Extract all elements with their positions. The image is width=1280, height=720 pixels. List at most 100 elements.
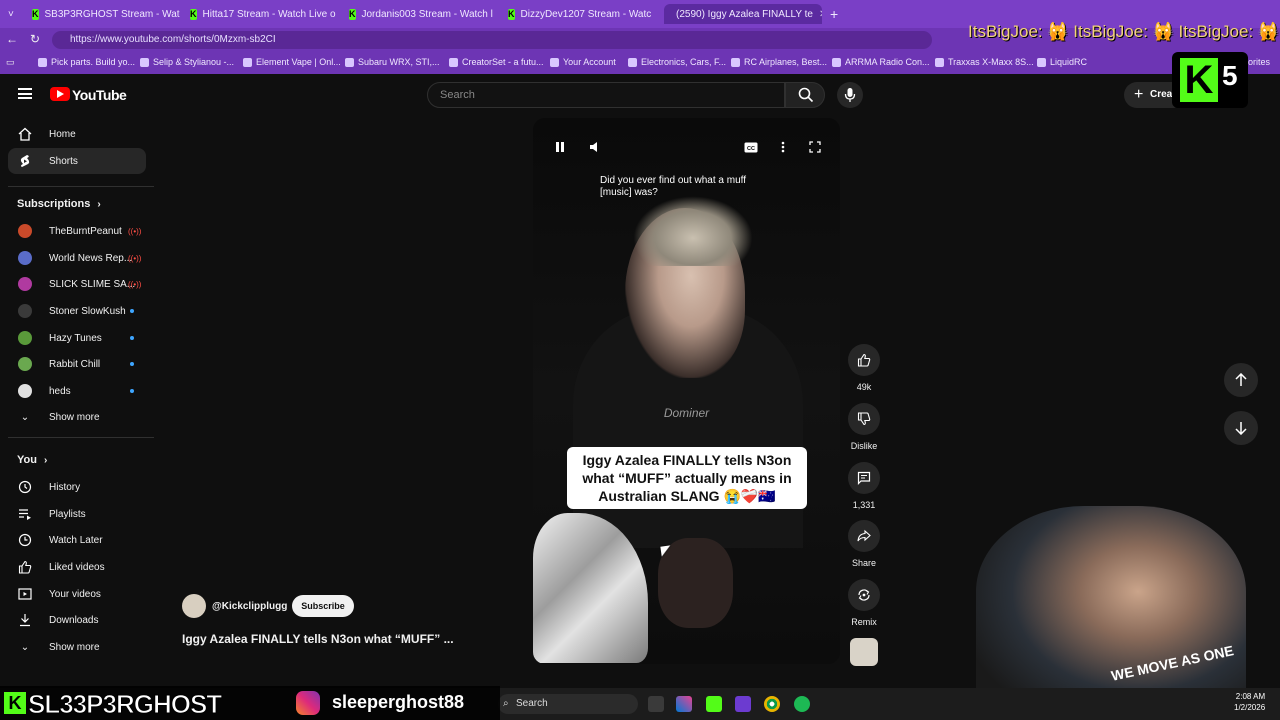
instagram-icon [296, 691, 320, 715]
bookmark-item[interactable]: Pick parts. Build yo... [38, 57, 135, 67]
task-view-icon[interactable] [648, 696, 664, 712]
app-icon[interactable] [735, 696, 751, 712]
pause-button[interactable] [551, 138, 569, 156]
captions-button[interactable]: CC [742, 138, 760, 156]
new-tab-button[interactable]: + [830, 4, 844, 24]
short-title[interactable]: Iggy Azalea FINALLY tells N3on what “MUF… [182, 632, 454, 646]
sidebar-item-subscription[interactable]: Rabbit Chill [8, 351, 146, 377]
youtube-logo-text[interactable]: YouTube [72, 87, 127, 103]
bookmark-item[interactable]: Element Vape | Onl... [243, 57, 341, 67]
show-more-button[interactable]: ⌄ Show more [8, 404, 146, 430]
bookmark-item[interactable]: CreatorSet - a futu... [449, 57, 544, 67]
new-content-dot [130, 309, 134, 313]
browser-tab[interactable]: K Jordanis003 Stream - Watch l ✕ [349, 4, 497, 24]
bookmark-item[interactable]: Traxxas X-Maxx 8S... [935, 57, 1034, 67]
video-caption: Did you ever find out what a muff [music… [600, 175, 747, 198]
sidebar-item-subscription[interactable]: TheBurntPeanut ((•)) [8, 218, 146, 244]
channel-avatar [18, 224, 32, 238]
dislike-circle [848, 403, 880, 435]
bookmark-item[interactable]: RC Airplanes, Best... [731, 57, 827, 67]
tab-title: SB3P3RGHOST Stream - Watc [44, 8, 181, 20]
tab-menu-chevron-icon[interactable]: ˅ [8, 4, 22, 24]
sidebar-item-history[interactable]: History [8, 474, 146, 500]
sidebar-item-watch-later[interactable]: Watch Later [8, 527, 146, 553]
sidebar-item-subscription[interactable]: World News Rep... ((•)) [8, 245, 146, 271]
sound-thumbnail[interactable] [850, 638, 878, 666]
sidebar-item-subscription[interactable]: heds [8, 378, 146, 404]
tab-title: (2590) Iggy Azalea FINALLY te [676, 8, 813, 20]
browser-tab[interactable]: K DizzyDev1207 Stream - Watc ✕ [508, 4, 656, 24]
bookmark-item[interactable]: Your Account [550, 57, 616, 67]
sidebar-toggle-icon[interactable]: ▭ [6, 57, 15, 68]
bookmark-item[interactable]: LiquidRC [1037, 57, 1087, 67]
sidebar-item-subscription[interactable]: Hazy Tunes [8, 325, 146, 351]
new-content-dot [130, 389, 134, 393]
comments-circle [848, 462, 880, 494]
dislike-button[interactable]: Dislike [848, 403, 880, 451]
arrow-down-icon [1235, 422, 1247, 435]
subscribe-button[interactable]: Subscribe [292, 595, 354, 617]
share-circle [848, 520, 880, 552]
kick-app-icon[interactable] [706, 696, 722, 712]
volume-icon [590, 142, 597, 152]
sidebar-item-playlists[interactable]: Playlists [8, 501, 146, 527]
sidebar-item-home[interactable]: Home [8, 121, 146, 147]
next-short-button[interactable] [1224, 411, 1258, 445]
chrome-icon[interactable] [764, 696, 780, 712]
like-count: 49k [856, 382, 872, 392]
sidebar-item-liked-videos[interactable]: Liked videos [8, 554, 146, 580]
bookmark-favicon-icon [935, 57, 944, 67]
share-button[interactable]: Share [848, 520, 880, 568]
channel-avatar[interactable] [182, 594, 206, 618]
copilot-icon[interactable] [676, 696, 692, 712]
reload-icon[interactable]: ↻ [30, 32, 40, 46]
sidebar-item-shorts[interactable]: Shorts [8, 148, 146, 174]
taskbar-clock[interactable]: 2:08 AM 1/2/2026 [1234, 691, 1265, 713]
dislike-label: Dislike [850, 441, 878, 451]
thumbs-up-icon [18, 560, 32, 574]
remix-button[interactable]: Remix [848, 579, 880, 627]
channel-avatar [18, 277, 32, 291]
channel-name[interactable]: @Kickclipplugg [212, 601, 287, 612]
voice-search-button[interactable] [837, 82, 863, 108]
sidebar-item-downloads[interactable]: Downloads [8, 607, 146, 633]
thumbs-up-icon [857, 353, 871, 367]
previous-short-button[interactable] [1224, 363, 1258, 397]
clock-date: 1/2/2026 [1234, 703, 1266, 712]
sidebar-item-subscription[interactable]: SLICK SLIME SA... ((•)) [8, 271, 146, 297]
fullscreen-button[interactable] [806, 138, 824, 156]
video-person-hair [633, 196, 753, 266]
like-button[interactable]: 49k [848, 344, 880, 392]
more-options-button[interactable] [774, 138, 792, 156]
stream-chat-overlay: ItsBigJoe: 🙀 ItsBigJoe: 🙀 ItsBigJoe: 🙀 [968, 22, 1280, 41]
bookmark-item[interactable]: ARRMA Radio Con... [832, 57, 930, 67]
you-header[interactable]: You › [17, 454, 47, 466]
bookmarks-overflow[interactable]: orites [1248, 57, 1270, 67]
more-vertical-icon [781, 141, 785, 153]
channel-avatar [18, 251, 32, 265]
browser-tab-active[interactable]: (2590) Iggy Azalea FINALLY te ✕ [664, 4, 822, 24]
subscriptions-header[interactable]: Subscriptions › [17, 198, 101, 210]
search-button[interactable] [785, 82, 825, 108]
youtube-logo-icon[interactable] [50, 87, 70, 101]
back-icon[interactable]: ← [6, 32, 18, 46]
sidebar-item-subscription[interactable]: Stoner SlowKush [8, 298, 146, 324]
menu-icon[interactable] [18, 88, 32, 99]
your-videos-icon [18, 587, 32, 601]
bookmark-item[interactable]: Selip & Stylianou -... [140, 57, 234, 67]
shorts-video-player[interactable]: CC Did you ever find out what a muff [mu… [533, 118, 840, 664]
search-input[interactable]: Search [427, 82, 785, 108]
url-field[interactable]: https://www.youtube.com/shorts/0Mzxm-sb2… [52, 31, 932, 49]
bookmark-item[interactable]: Electronics, Cars, F... [628, 57, 726, 67]
volume-button[interactable] [587, 138, 605, 156]
taskbar-search[interactable]: Search [498, 694, 638, 714]
sidebar-item-your-videos[interactable]: Your videos [8, 581, 146, 607]
show-more-button[interactable]: ⌄ Show more [8, 634, 146, 660]
browser-tab[interactable]: K SB3P3RGHOST Stream - Watc ✕ [32, 4, 180, 24]
history-icon [18, 480, 32, 494]
comments-button[interactable]: 1,331 [848, 462, 880, 510]
close-icon[interactable]: ✕ [819, 9, 822, 20]
browser-tab[interactable]: K Hitta17 Stream - Watch Live o ✕ [190, 4, 338, 24]
bookmark-item[interactable]: Subaru WRX, STI,... [345, 57, 440, 67]
spotify-icon[interactable] [794, 696, 810, 712]
